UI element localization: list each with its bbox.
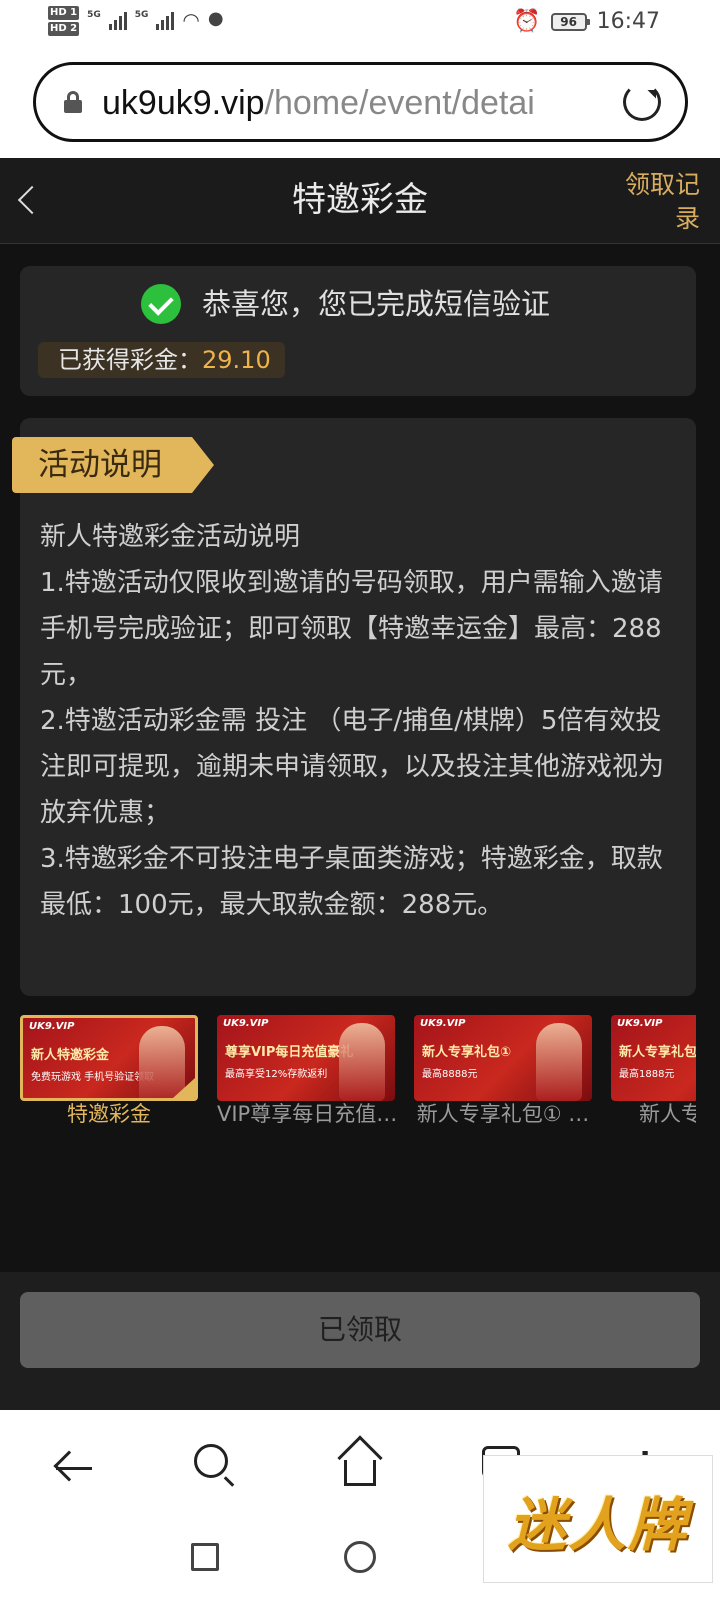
recent-apps-icon[interactable] — [191, 1543, 219, 1571]
hd2-label: HD 2 — [48, 22, 80, 36]
message-icon: ● — [207, 8, 224, 29]
clock: 16:47 — [596, 9, 660, 34]
banner-subtitle: 最高享受12%存款返利 — [225, 1069, 328, 1080]
watermark-text: 迷人牌 — [507, 1491, 688, 1559]
description-heading: 新人特邀彩金活动说明 — [40, 522, 301, 552]
banner-tag: UK9.VIP — [29, 1021, 75, 1032]
address-bar[interactable]: uk9uk9.vip/home/event/detai — [33, 62, 688, 142]
earned-amount: 29.10 — [202, 346, 271, 374]
promo-figure — [536, 1023, 582, 1101]
banner-tag: UK9.VIP — [617, 1018, 663, 1029]
page-title: 特邀彩金 — [292, 180, 428, 220]
banner-tag: UK9.VIP — [223, 1018, 269, 1029]
event-label-2[interactable]: VIP尊享每日充值… — [217, 1098, 395, 1128]
network-label-1: 5G — [87, 10, 101, 20]
activity-description: 新人特邀彩金活动说明 1.特邀活动仅限收到邀请的号码领取，用户需输入邀请手机号完… — [40, 514, 670, 928]
event-label-1[interactable]: 特邀彩金 — [20, 1098, 198, 1128]
description-rule-2: 2.特邀活动彩金需 投注 （电子/捕鱼/棋牌）5倍有效投注即可提现，逾期未申请领… — [40, 706, 665, 828]
browser-toolbar: uk9uk9.vip/home/event/detai — [0, 50, 720, 158]
system-home-icon[interactable] — [344, 1541, 376, 1573]
reload-icon[interactable] — [623, 83, 661, 121]
banner-subtitle: 免费玩游戏 手机号验证领取 — [31, 1072, 155, 1083]
event-thumb-4[interactable]: UK9.VIP 新人专享礼包 最高1888元 — [611, 1015, 696, 1101]
banner-title: 新人专享礼包 — [619, 1045, 696, 1060]
lock-icon — [64, 91, 82, 113]
activity-ribbon: 活动说明 — [12, 437, 214, 493]
event-thumb-1[interactable]: UK9.VIP 新人特邀彩金 免费玩游戏 手机号验证领取 — [20, 1015, 198, 1101]
verification-card: 恭喜您，您已完成短信验证 已获得彩金：29.10 — [20, 266, 696, 396]
banner-title: 新人特邀彩金 — [31, 1048, 110, 1063]
status-bar: HD 1 HD 2 5G 5G ◠ ● ⏰ 96 16:47 — [0, 0, 720, 50]
verification-message: 恭喜您，您已完成短信验证 — [202, 287, 551, 321]
banner-subtitle: 最高1888元 — [619, 1069, 675, 1080]
url-domain: uk9uk9.vip — [102, 84, 265, 122]
promo-figure — [339, 1023, 385, 1101]
event-thumb-3[interactable]: UK9.VIP 新人专享礼包① 最高8888元 — [414, 1015, 592, 1101]
status-right: ⏰ 96 16:47 — [513, 9, 660, 34]
home-icon[interactable] — [337, 1435, 383, 1488]
banner-subtitle: 最高8888元 — [422, 1069, 478, 1080]
action-bar: 已领取 — [0, 1272, 720, 1410]
watermark-logo: 迷人牌 — [483, 1455, 713, 1583]
url-text[interactable]: uk9uk9.vip/home/event/detai — [102, 83, 592, 123]
battery-icon: 96 — [550, 12, 590, 31]
wifi-icon: ◠ — [182, 8, 200, 32]
search-icon[interactable] — [194, 1444, 228, 1478]
alarm-icon: ⏰ — [513, 9, 541, 34]
back-icon[interactable] — [53, 1448, 94, 1488]
banner-title: 尊享VIP每日充值豪礼 — [225, 1045, 354, 1060]
check-circle-icon — [141, 284, 181, 324]
hd-indicator: HD 1 HD 2 — [48, 6, 80, 38]
claimed-button[interactable]: 已领取 — [20, 1292, 700, 1368]
earned-bonus-badge: 已获得彩金：29.10 — [38, 342, 285, 378]
banner-title: 新人专享礼包① — [422, 1045, 512, 1060]
signal-icon — [108, 8, 127, 30]
event-thumb-2[interactable]: UK9.VIP 尊享VIP每日充值豪礼 最高享受12%存款返利 — [217, 1015, 395, 1101]
signal-icon-2 — [156, 8, 175, 30]
network-label-2: 5G — [134, 10, 149, 20]
earned-label: 已获得彩金： — [58, 346, 202, 374]
event-label-4[interactable]: 新人专 — [611, 1098, 696, 1128]
description-rule-1: 1.特邀活动仅限收到邀请的号码领取，用户需输入邀请手机号完成验证；即可领取【特邀… — [40, 568, 663, 690]
description-rule-3: 3.特邀彩金不可投注电子桌面类游戏；特邀彩金，取款最低：100元，最大取款金额：… — [40, 844, 663, 920]
page-header: 特邀彩金 领取记录 — [0, 158, 720, 244]
claim-records-link[interactable]: 领取记录 — [620, 168, 700, 236]
hd1-label: HD 1 — [48, 6, 80, 20]
banner-tag: UK9.VIP — [420, 1018, 466, 1029]
event-label-3[interactable]: 新人专享礼包① … — [414, 1098, 592, 1128]
promo-figure — [139, 1026, 185, 1098]
url-path: /home/event/detai — [264, 84, 535, 122]
status-left: HD 1 HD 2 5G 5G ◠ ● — [48, 6, 224, 38]
